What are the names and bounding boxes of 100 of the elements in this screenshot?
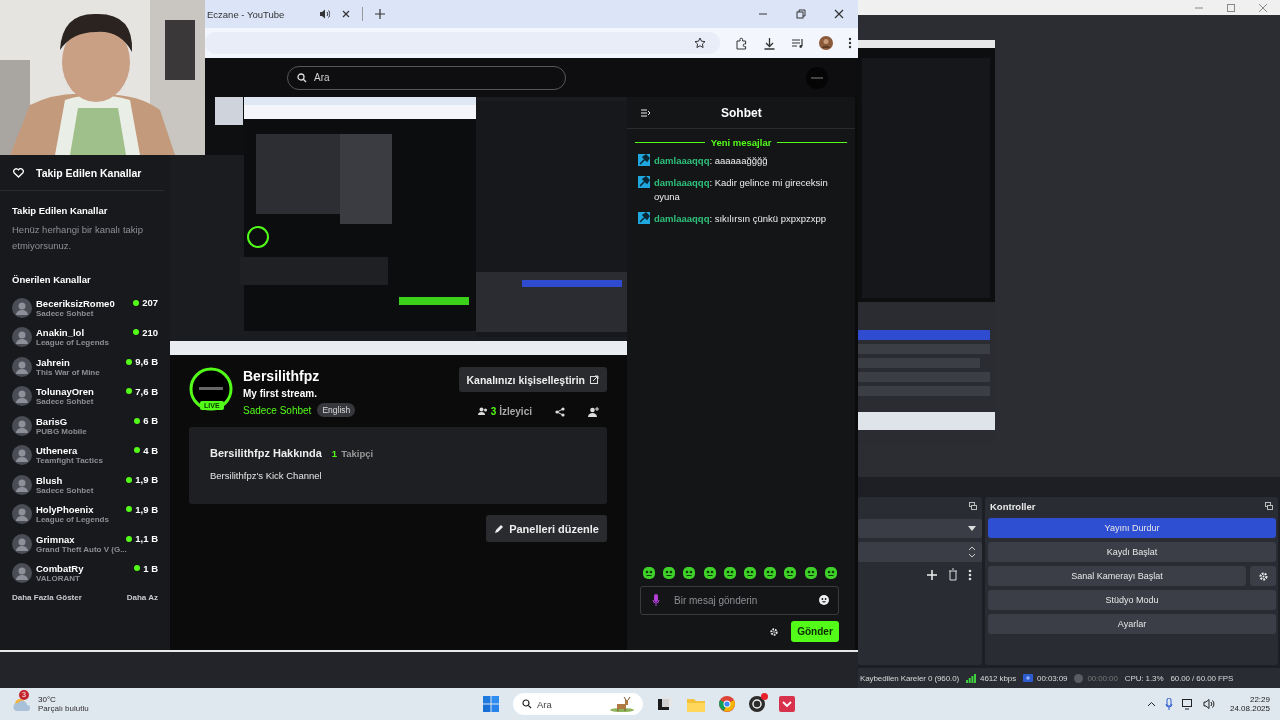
customize-channel-button[interactable]: Kanalınızı kişiselleştirin <box>458 367 607 392</box>
channel-avatar[interactable] <box>12 445 32 466</box>
channel-name[interactable]: CombatRy <box>36 563 135 575</box>
media-control-icon[interactable] <box>791 36 804 50</box>
recorder-icon[interactable] <box>749 696 765 712</box>
weather-cloud-icon[interactable] <box>12 696 32 712</box>
address-field[interactable] <box>205 32 720 54</box>
app-icon[interactable] <box>779 696 795 712</box>
control-button[interactable]: Kaydı Başlat <box>988 542 1276 562</box>
emote-icon[interactable] <box>742 566 757 580</box>
channel-name[interactable]: BeceriksizRome0 <box>36 297 134 309</box>
emote-icon[interactable] <box>642 566 656 580</box>
emote-icon[interactable] <box>783 566 798 580</box>
channel-category: League of Legends <box>36 338 110 348</box>
profile-avatar[interactable] <box>819 36 833 50</box>
follower-label: Takipçi <box>341 448 374 459</box>
clock-date[interactable]: 24.08.2025 <box>1229 704 1270 713</box>
emote-icon[interactable] <box>722 566 737 580</box>
clock-time[interactable]: 22:29 <box>1249 695 1270 704</box>
emote-icon[interactable] <box>763 566 778 580</box>
emoji-icon[interactable] <box>819 595 829 605</box>
close-icon[interactable] <box>342 10 350 18</box>
undock-icon[interactable] <box>1265 502 1273 510</box>
channel-name[interactable]: Uthenera <box>36 445 135 457</box>
channel-avatar[interactable] <box>12 327 32 348</box>
show-less-link[interactable]: Daha Az <box>126 593 158 602</box>
channel-name: Bersilithfpz <box>243 367 321 385</box>
viewer-count: 3 <box>490 406 497 417</box>
microphone-icon[interactable] <box>1164 698 1173 710</box>
viewer-count: 7,6 B <box>135 385 158 397</box>
channel-name[interactable]: BarisG <box>36 415 135 427</box>
settings-button[interactable] <box>1250 566 1276 586</box>
trash-icon[interactable] <box>946 568 960 582</box>
share-icon[interactable] <box>555 406 565 417</box>
add-icon[interactable] <box>925 568 939 582</box>
send-button[interactable]: Gönder <box>791 621 839 642</box>
control-button[interactable]: Sanal Kamerayı Başlat <box>988 566 1246 586</box>
collapse-icon[interactable] <box>641 108 651 117</box>
network-icon[interactable] <box>1181 698 1194 710</box>
extensions-icon[interactable] <box>735 36 748 50</box>
channel-name[interactable]: TolunayOren <box>36 386 127 398</box>
empty-message: Henüz herhangi bir kanalı takip etmiyorsunuz. <box>12 223 144 253</box>
channel-name[interactable]: Anakin_lol <box>36 327 134 339</box>
control-button[interactable]: Yayını Durdur <box>988 518 1276 538</box>
more-icon[interactable] <box>967 568 973 582</box>
channel-avatar[interactable] <box>12 474 32 495</box>
search-field[interactable]: Ara <box>513 693 643 715</box>
speaker-icon[interactable] <box>1202 699 1215 709</box>
control-button[interactable]: Ayarlar <box>988 614 1276 634</box>
channel-avatar[interactable] <box>12 415 32 436</box>
settings-icon[interactable] <box>769 626 779 637</box>
start-icon[interactable] <box>483 696 499 712</box>
channel-name[interactable]: Blush <box>36 474 127 486</box>
new-tab-icon[interactable] <box>375 9 385 19</box>
download-icon[interactable] <box>763 36 776 50</box>
channel-avatar[interactable] <box>12 563 32 584</box>
restore-icon[interactable] <box>796 9 806 19</box>
channel-avatar[interactable] <box>12 533 32 554</box>
microphone-icon[interactable] <box>652 594 660 606</box>
emote-icon[interactable] <box>682 566 697 580</box>
channel-avatar[interactable] <box>12 297 32 318</box>
live-dot-icon <box>134 417 141 424</box>
bookmark-star-icon[interactable] <box>694 37 706 49</box>
browser-icon[interactable] <box>719 696 735 712</box>
search-icon <box>297 72 307 83</box>
channel-avatar[interactable] <box>12 504 32 525</box>
live-dot-icon <box>126 388 133 395</box>
speaker-icon[interactable] <box>319 9 330 19</box>
chat-input[interactable]: Bir mesaj gönderin <box>640 586 839 615</box>
edit-panels-button[interactable]: Panelleri düzenle <box>486 515 607 542</box>
channel-avatar[interactable] <box>12 386 32 407</box>
channel-name[interactable]: Grimnax <box>36 533 127 545</box>
stream-time: 00:03:09 <box>1037 673 1068 683</box>
channel-avatar[interactable] <box>12 356 32 377</box>
undock-icon[interactable] <box>969 502 977 510</box>
tab-title[interactable]: Eczane - YouTube <box>207 8 307 20</box>
stream-icon <box>1023 674 1034 682</box>
close-icon[interactable] <box>834 9 844 19</box>
maximize-icon[interactable] <box>1226 2 1236 13</box>
show-more-link[interactable]: Daha Fazla Göster <box>12 593 82 602</box>
emote-icon[interactable] <box>702 566 717 580</box>
channel-category: Sadece Sohbet <box>36 485 95 495</box>
add-user-icon[interactable] <box>588 406 599 417</box>
sidebar-title: Takip Edilen Kanallar <box>36 166 142 179</box>
emote-icon[interactable] <box>803 566 818 580</box>
live-dot-icon <box>126 506 133 513</box>
language-tag[interactable]: English <box>317 403 356 417</box>
control-button[interactable]: Stüdyo Modu <box>988 590 1276 610</box>
caret-icon[interactable] <box>1146 701 1156 707</box>
search-field[interactable]: Ara <box>287 65 566 90</box>
chat-message: damlaaaqqq: sıkılırsın çünkü pxpxpzxpp <box>654 212 827 226</box>
category-link[interactable]: Sadece Sohbet <box>243 404 312 416</box>
menu-icon[interactable] <box>848 37 852 49</box>
channel-category: This War of Mine <box>36 367 101 377</box>
channel-name[interactable]: HolyPhoenix <box>36 504 127 516</box>
emote-icon[interactable] <box>662 566 677 580</box>
about-text: Bersilithfpz's Kick Channel <box>210 470 323 481</box>
channel-name[interactable]: Jahrein <box>36 356 127 368</box>
moderator-badge-icon <box>638 176 650 188</box>
emote-icon[interactable] <box>823 566 838 580</box>
